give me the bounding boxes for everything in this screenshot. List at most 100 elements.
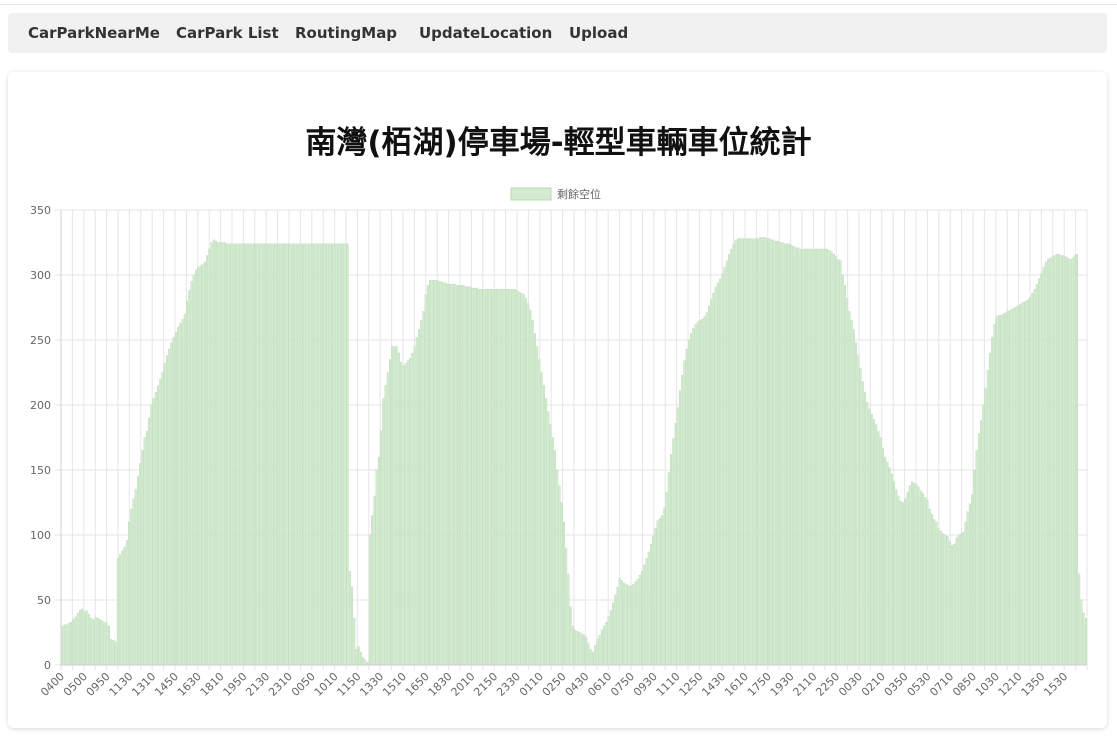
- data-bar[interactable]: [203, 261, 206, 666]
- data-bar[interactable]: [875, 424, 878, 666]
- data-bar[interactable]: [982, 404, 985, 666]
- data-bar[interactable]: [786, 243, 788, 666]
- data-bar[interactable]: [375, 469, 378, 666]
- data-bar[interactable]: [277, 243, 280, 666]
- data-bar[interactable]: [620, 580, 623, 666]
- data-bar[interactable]: [313, 243, 316, 666]
- data-bar[interactable]: [136, 476, 139, 666]
- data-bar[interactable]: [895, 489, 898, 666]
- data-bar[interactable]: [652, 536, 655, 666]
- data-bar[interactable]: [1084, 618, 1087, 666]
- data-bar[interactable]: [368, 534, 371, 666]
- data-bar[interactable]: [270, 243, 273, 666]
- data-bar[interactable]: [681, 374, 684, 666]
- data-bar[interactable]: [647, 551, 650, 666]
- data-bar[interactable]: [806, 248, 809, 666]
- data-bar[interactable]: [489, 289, 492, 666]
- data-bar[interactable]: [826, 248, 829, 666]
- data-bar[interactable]: [518, 291, 521, 666]
- data-bar[interactable]: [159, 378, 162, 666]
- data-bar[interactable]: [87, 614, 90, 666]
- data-bar[interactable]: [919, 490, 922, 666]
- data-bar[interactable]: [957, 534, 960, 666]
- data-bar[interactable]: [266, 243, 269, 666]
- data-bar[interactable]: [944, 534, 947, 666]
- data-bar[interactable]: [395, 346, 398, 666]
- data-bar[interactable]: [732, 243, 735, 666]
- data-bar[interactable]: [641, 571, 644, 666]
- data-bar[interactable]: [259, 243, 262, 666]
- data-bar[interactable]: [690, 333, 693, 666]
- data-bar[interactable]: [1055, 253, 1058, 666]
- data-bar[interactable]: [638, 575, 641, 666]
- data-bar[interactable]: [839, 260, 842, 666]
- data-bar[interactable]: [962, 532, 965, 666]
- data-bar[interactable]: [110, 638, 113, 666]
- data-bar[interactable]: [986, 369, 989, 666]
- data-bar[interactable]: [257, 243, 260, 666]
- data-bar[interactable]: [154, 391, 157, 666]
- data-bar[interactable]: [672, 438, 675, 666]
- data-bar[interactable]: [152, 398, 155, 666]
- data-bar[interactable]: [627, 585, 630, 666]
- data-bar[interactable]: [114, 641, 117, 666]
- data-bar[interactable]: [609, 610, 612, 666]
- data-bar[interactable]: [632, 584, 635, 666]
- data-bar[interactable]: [1073, 255, 1076, 666]
- data-bar[interactable]: [353, 618, 356, 666]
- data-bar[interactable]: [685, 348, 688, 666]
- data-bar[interactable]: [674, 423, 677, 666]
- data-bar[interactable]: [928, 508, 931, 666]
- data-bar[interactable]: [558, 485, 561, 666]
- data-bar[interactable]: [868, 408, 871, 666]
- data-bar[interactable]: [255, 243, 258, 666]
- data-bar[interactable]: [458, 285, 461, 666]
- data-bar[interactable]: [933, 519, 936, 666]
- data-bar[interactable]: [754, 238, 757, 666]
- data-bar[interactable]: [870, 413, 873, 666]
- data-bar[interactable]: [893, 481, 896, 666]
- data-bar[interactable]: [420, 320, 423, 666]
- data-bar[interactable]: [538, 359, 541, 666]
- data-bar[interactable]: [326, 243, 329, 666]
- data-bar[interactable]: [910, 481, 913, 666]
- data-bar[interactable]: [527, 303, 530, 666]
- data-bar[interactable]: [935, 521, 938, 666]
- data-bar[interactable]: [1044, 261, 1047, 666]
- data-bar[interactable]: [96, 618, 99, 666]
- data-bar[interactable]: [281, 243, 284, 666]
- data-bar[interactable]: [123, 546, 126, 666]
- data-bar[interactable]: [1029, 296, 1032, 666]
- data-bar[interactable]: [837, 259, 840, 666]
- data-bar[interactable]: [1058, 253, 1061, 666]
- data-bar[interactable]: [580, 633, 583, 666]
- data-bar[interactable]: [67, 623, 70, 666]
- data-bar[interactable]: [386, 372, 389, 666]
- data-bar[interactable]: [763, 237, 766, 666]
- data-bar[interactable]: [556, 469, 559, 666]
- data-bar[interactable]: [866, 402, 869, 666]
- data-bar[interactable]: [886, 462, 889, 666]
- data-bar[interactable]: [988, 352, 991, 666]
- data-bar[interactable]: [328, 243, 331, 666]
- data-bar[interactable]: [478, 289, 481, 666]
- data-bar[interactable]: [400, 361, 403, 666]
- data-bar[interactable]: [761, 237, 764, 666]
- data-bar[interactable]: [279, 243, 282, 666]
- data-bar[interactable]: [297, 243, 300, 666]
- data-bar[interactable]: [1042, 267, 1045, 666]
- data-bar[interactable]: [143, 437, 146, 666]
- data-bar[interactable]: [830, 251, 833, 666]
- data-bar[interactable]: [163, 363, 166, 666]
- data-bar[interactable]: [884, 456, 887, 666]
- data-bar[interactable]: [422, 311, 425, 666]
- data-bar[interactable]: [324, 243, 327, 666]
- data-bar[interactable]: [397, 352, 400, 666]
- data-bar[interactable]: [199, 265, 202, 666]
- data-bar[interactable]: [440, 281, 443, 666]
- data-bar[interactable]: [306, 243, 309, 666]
- data-bar[interactable]: [464, 286, 467, 666]
- data-bar[interactable]: [948, 541, 951, 666]
- data-bar[interactable]: [562, 521, 565, 666]
- data-bar[interactable]: [471, 287, 474, 666]
